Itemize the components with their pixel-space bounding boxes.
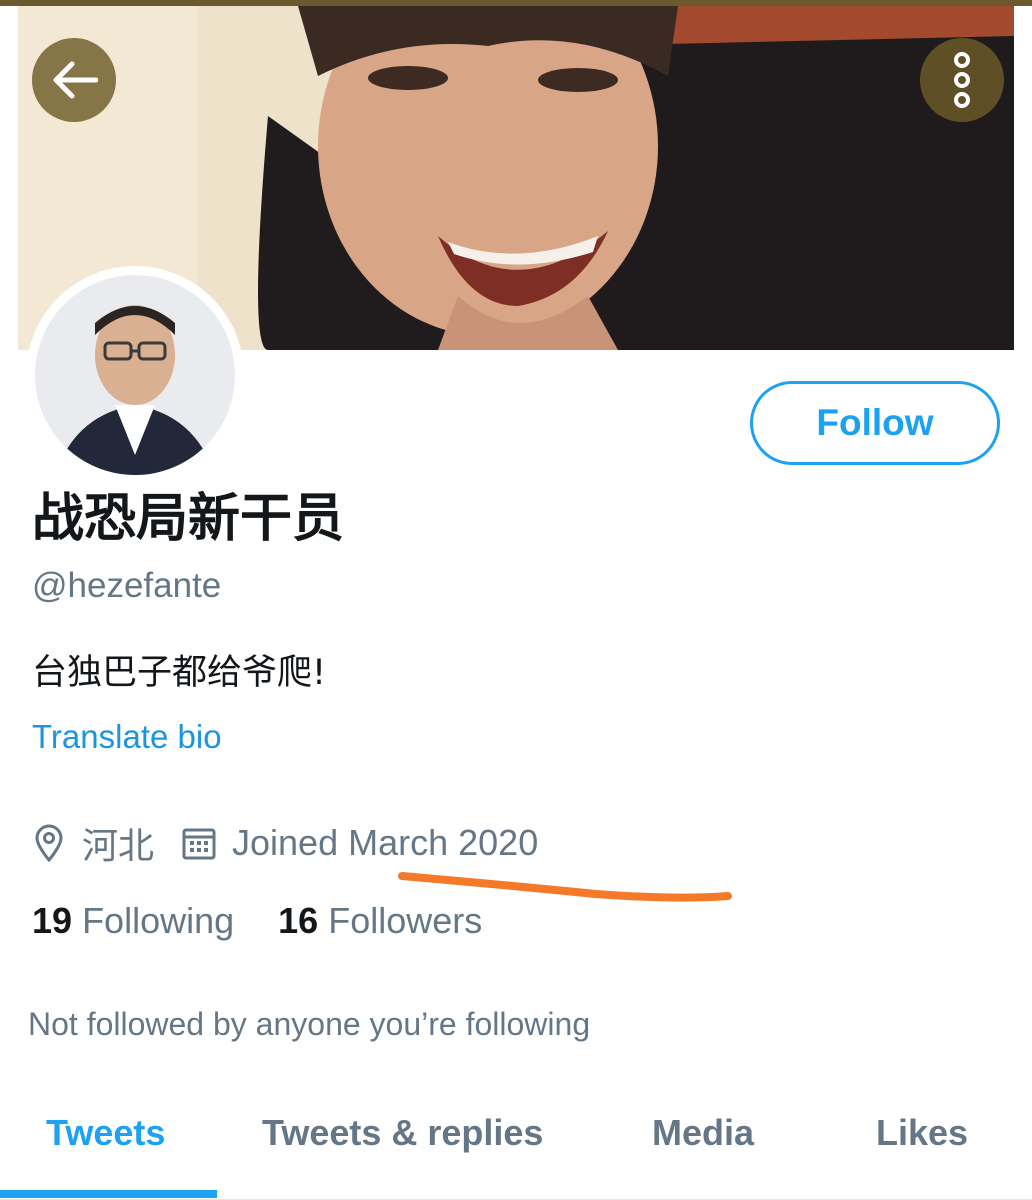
active-tab-indicator bbox=[0, 1190, 217, 1198]
not-followed-notice: Not followed by anyone you’re following bbox=[28, 1006, 591, 1042]
more-options-button[interactable] bbox=[920, 38, 1004, 122]
back-button[interactable] bbox=[32, 38, 116, 122]
followers-stat[interactable]: 16 Followers bbox=[278, 900, 482, 942]
translate-bio-link[interactable]: Translate bio bbox=[32, 718, 222, 756]
profile-bio: 台独巴子都给爷爬! bbox=[32, 653, 327, 693]
tab-likes[interactable]: Likes bbox=[876, 1112, 968, 1154]
following-label: Following bbox=[82, 900, 235, 941]
tab-tweets-and-replies[interactable]: Tweets & replies bbox=[262, 1112, 543, 1154]
followers-label: Followers bbox=[328, 900, 483, 941]
avatar-photo bbox=[35, 275, 235, 475]
followers-count: 16 bbox=[278, 900, 319, 941]
calendar-icon bbox=[182, 823, 216, 863]
tab-media[interactable]: Media bbox=[652, 1112, 754, 1154]
location-pin-icon bbox=[32, 823, 66, 863]
arrow-left-icon bbox=[53, 61, 98, 99]
profile-location: 河北 bbox=[82, 826, 155, 867]
profile-tabs: Tweets Tweets & replies Media Likes bbox=[0, 1094, 1032, 1200]
joined-date: Joined March 2020 bbox=[232, 822, 539, 863]
display-name: 战恐局新干员 bbox=[32, 489, 345, 549]
profile-avatar[interactable] bbox=[26, 266, 244, 484]
follow-button[interactable]: Follow bbox=[750, 381, 1000, 465]
more-vertical-icon bbox=[954, 52, 970, 108]
follow-stats: 19 Following 16 Followers bbox=[32, 900, 526, 942]
tab-tweets[interactable]: Tweets bbox=[46, 1112, 165, 1154]
following-count: 19 bbox=[32, 900, 73, 941]
user-handle: @hezefante bbox=[32, 566, 222, 605]
following-stat[interactable]: 19 Following bbox=[32, 900, 234, 942]
profile-meta-row: 河北 Joined March 2020 bbox=[32, 818, 538, 868]
avatar-portrait bbox=[35, 275, 235, 475]
